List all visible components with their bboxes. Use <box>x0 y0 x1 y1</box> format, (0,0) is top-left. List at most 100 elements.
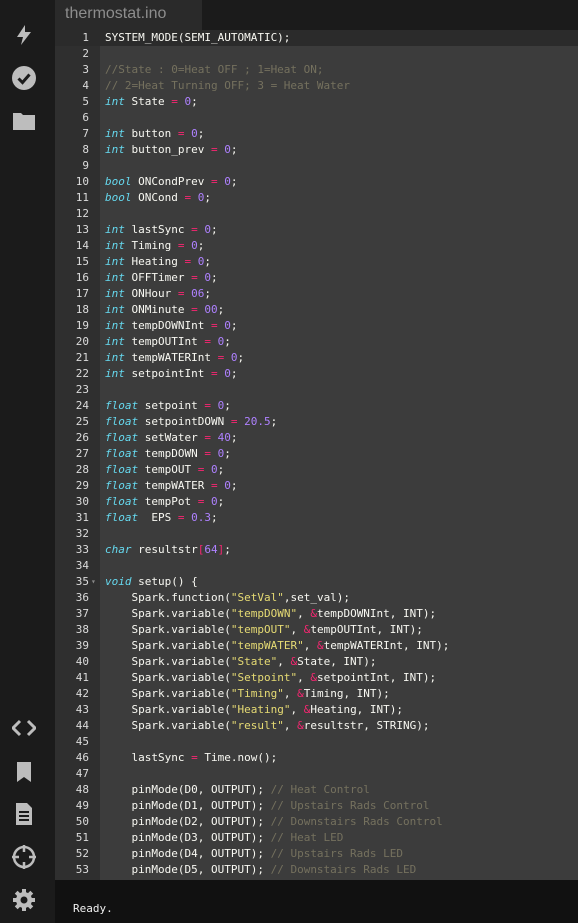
code-line[interactable]: 35 ▾ void setup() { <box>55 574 578 590</box>
code-line[interactable]: 11 bool ONCond = 0; <box>55 190 578 206</box>
code-line[interactable]: 45 <box>55 734 578 750</box>
code-line[interactable]: 37 Spark.variable("tempDOWN", &tempDOWNI… <box>55 606 578 622</box>
code-line[interactable]: 23 <box>55 382 578 398</box>
code-line[interactable]: 4 // 2=Heat Turning OFF; 3 = Heat Water <box>55 78 578 94</box>
code-line[interactable]: 10 bool ONCondPrev = 0; <box>55 174 578 190</box>
line-number: 44 <box>75 719 89 732</box>
code-line[interactable]: 29 float tempWATER = 0; <box>55 478 578 494</box>
verify-icon[interactable] <box>12 66 36 90</box>
libraries-icon[interactable] <box>12 760 36 784</box>
code-line[interactable]: 16 int OFFTimer = 0; <box>55 270 578 286</box>
line-number: 8 <box>82 143 89 156</box>
code-line[interactable]: 22 int setpointInt = 0; <box>55 366 578 382</box>
code-line[interactable]: 40 Spark.variable("State", &State, INT); <box>55 654 578 670</box>
line-number: 34 <box>75 559 89 572</box>
code-line[interactable]: 39 Spark.variable("tempWATER", &tempWATE… <box>55 638 578 654</box>
line-number: 21 <box>75 351 89 364</box>
line-number: 42 <box>75 687 89 700</box>
code-text: int State = 0; <box>105 95 198 108</box>
code-icon[interactable] <box>12 716 36 740</box>
code-line[interactable]: 3 //State : 0=Heat OFF ; 1=Heat ON; <box>55 62 578 78</box>
code-line[interactable]: 19 int tempDOWNInt = 0; <box>55 318 578 334</box>
code-text: void setup() { <box>105 575 198 588</box>
code-text: pinMode(D4, OUTPUT); // Upstairs Rads LE… <box>105 847 404 860</box>
code-line[interactable]: 49 pinMode(D1, OUTPUT); // Upstairs Rads… <box>55 798 578 814</box>
line-number: 48 <box>75 783 89 796</box>
line-number: 33 <box>75 543 89 556</box>
folder-icon[interactable] <box>12 109 36 133</box>
code-line[interactable]: 15 int Heating = 0; <box>55 254 578 270</box>
code-line[interactable]: 51 pinMode(D3, OUTPUT); // Heat LED <box>55 830 578 846</box>
code-line[interactable]: 28 float tempOUT = 0; <box>55 462 578 478</box>
flash-icon[interactable] <box>12 23 36 47</box>
code-text: float tempOUT = 0; <box>105 463 225 476</box>
code-line[interactable]: 44 Spark.variable("result", &resultstr, … <box>55 718 578 734</box>
code-line[interactable]: 27 float tempDOWN = 0; <box>55 446 578 462</box>
code-text: float tempPot = 0; <box>105 495 225 508</box>
code-text: bool ONCondPrev = 0; <box>105 175 238 188</box>
code-line[interactable]: 33 char resultstr[64]; <box>55 542 578 558</box>
line-number: 26 <box>75 431 89 444</box>
code-line[interactable]: 32 <box>55 526 578 542</box>
line-number: 19 <box>75 319 89 332</box>
line-number: 10 <box>75 175 89 188</box>
code-line[interactable]: 42 Spark.variable("Timing", &Timing, INT… <box>55 686 578 702</box>
settings-icon[interactable] <box>12 888 36 912</box>
code-line[interactable]: 18 int ONMinute = 00; <box>55 302 578 318</box>
code-line[interactable]: 52 pinMode(D4, OUTPUT); // Upstairs Rads… <box>55 846 578 862</box>
code-line[interactable]: 14 int Timing = 0; <box>55 238 578 254</box>
code-line[interactable]: 9 <box>55 158 578 174</box>
line-number: 17 <box>75 287 89 300</box>
code-line[interactable]: 25 float setpointDOWN = 20.5; <box>55 414 578 430</box>
line-number: 50 <box>75 815 89 828</box>
line-number: 14 <box>75 239 89 252</box>
code-text: char resultstr[64]; <box>105 543 231 556</box>
code-line[interactable]: 43 Spark.variable("Heating", &Heating, I… <box>55 702 578 718</box>
code-editor[interactable]: 1 SYSTEM_MODE(SEMI_AUTOMATIC); 2 3//State :… <box>55 30 578 880</box>
line-number: 53 <box>75 863 89 876</box>
code-text: // 2=Heat Turning OFF; 3 = Heat Water <box>105 79 351 92</box>
code-line[interactable]: 12 <box>55 206 578 222</box>
code-line[interactable]: 17 int ONHour = 06; <box>55 286 578 302</box>
docs-icon[interactable] <box>12 802 36 826</box>
code-line[interactable]: 36 Spark.function("SetVal",set_val); <box>55 590 578 606</box>
line-number: 4 <box>82 79 89 92</box>
code-line[interactable]: 6 <box>55 110 578 126</box>
line-number: 47 <box>75 767 89 780</box>
code-line[interactable]: 48 pinMode(D0, OUTPUT); // Heat Control <box>55 782 578 798</box>
line-number: 37 <box>75 607 89 620</box>
code-area[interactable]: 1 SYSTEM_MODE(SEMI_AUTOMATIC); 2 3//State :… <box>55 30 578 880</box>
code-text: pinMode(D0, OUTPUT); // Heat Control <box>105 783 370 796</box>
line-number: 45 <box>75 735 89 748</box>
fold-arrow-icon[interactable]: ▾ <box>91 574 96 590</box>
code-line[interactable]: 24 float setpoint = 0; <box>55 398 578 414</box>
devices-icon[interactable] <box>12 845 36 869</box>
code-line[interactable]: 30 float tempPot = 0; <box>55 494 578 510</box>
code-line[interactable]: 50 pinMode(D2, OUTPUT); // Downstairs Ra… <box>55 814 578 830</box>
code-line[interactable]: 34 <box>55 558 578 574</box>
line-number: 49 <box>75 799 89 812</box>
code-line[interactable]: 2 <box>55 46 578 62</box>
code-line[interactable]: 13 int lastSync = 0; <box>55 222 578 238</box>
code-line[interactable]: 31 float EPS = 0.3; <box>55 510 578 526</box>
code-line[interactable]: 1 SYSTEM_MODE(SEMI_AUTOMATIC); <box>55 30 578 46</box>
code-line[interactable]: 21 int tempWATERInt = 0; <box>55 350 578 366</box>
code-line[interactable]: 53 pinMode(D5, OUTPUT); // Downstairs Ra… <box>55 862 578 878</box>
code-line[interactable]: 26 float setWater = 40; <box>55 430 578 446</box>
code-line[interactable]: 46 lastSync = Time.now(); <box>55 750 578 766</box>
file-tab[interactable]: thermostat.ino <box>55 0 202 30</box>
code-line[interactable]: 41 Spark.variable("Setpoint", &setpointI… <box>55 670 578 686</box>
code-text: //State : 0=Heat OFF ; 1=Heat ON; <box>105 63 324 76</box>
line-number: 22 <box>75 367 89 380</box>
code-line[interactable]: 5 int State = 0; <box>55 94 578 110</box>
line-number: 18 <box>75 303 89 316</box>
code-line[interactable]: 38 Spark.variable("tempOUT", &tempOUTInt… <box>55 622 578 638</box>
code-line[interactable]: 47 <box>55 766 578 782</box>
code-line[interactable]: 7 int button = 0; <box>55 126 578 142</box>
code-text: pinMode(D5, OUTPUT); // Downstairs Rads … <box>105 863 417 876</box>
line-number: 9 <box>82 159 89 172</box>
code-line[interactable]: 8 int button_prev = 0; <box>55 142 578 158</box>
code-line[interactable]: 20 int tempOUTInt = 0; <box>55 334 578 350</box>
console-status: Ready. <box>73 902 113 915</box>
line-number: 38 <box>75 623 89 636</box>
